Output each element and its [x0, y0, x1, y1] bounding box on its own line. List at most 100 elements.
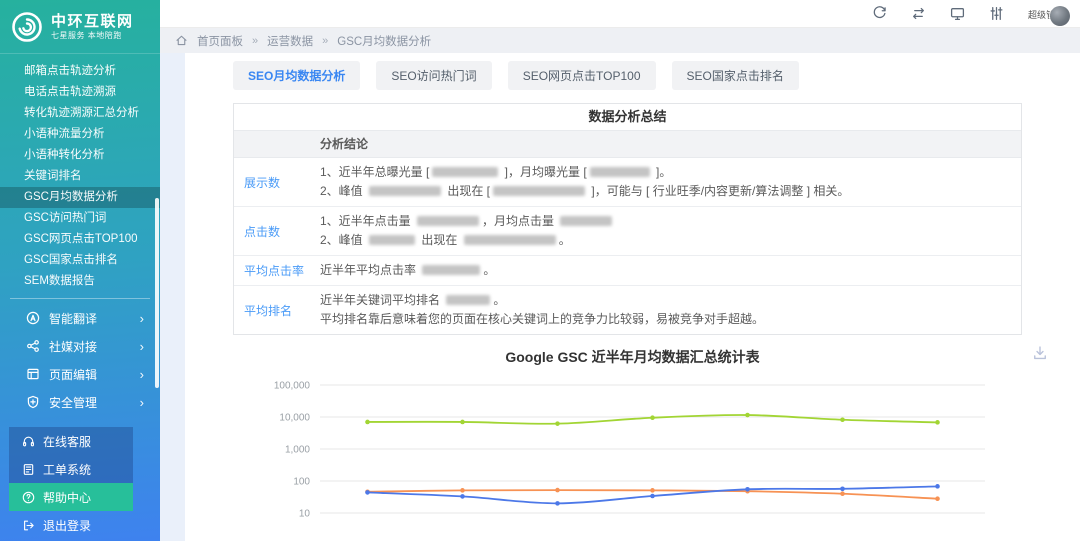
series-blue-point [840, 487, 845, 492]
download-icon [1032, 345, 1048, 361]
security-shield-icon [26, 395, 40, 409]
monitor-icon[interactable] [950, 6, 965, 21]
sidebar-item[interactable]: 邮箱点击轨迹分析 [0, 61, 160, 82]
y-tick-label: 100 [293, 477, 310, 488]
row-conclusion: 1、近半年总曝光量 [ ]，月均曝光量 [ ]。2、峰值 出现在 [ ]，可能与… [306, 158, 1021, 206]
sidebar-group-label: 安全管理 [49, 394, 97, 411]
row-label: 平均点击率 [234, 256, 306, 285]
redacted-value [417, 216, 479, 226]
sidebar-footer-label: 退出登录 [43, 517, 91, 534]
sidebar-group-label: 页面编辑 [49, 366, 97, 383]
main-area: 超级管理 首页面板 » 运营数据 » GSC月均数据分析 SEO月均数据分析 SEO访问热… [160, 0, 1080, 541]
translate-icon [26, 311, 40, 325]
topbar-icons [872, 6, 1004, 21]
sidebar-group-社媒对接[interactable]: 社媒对接› [0, 332, 160, 360]
series-orange-point [935, 496, 940, 501]
conclusion-line: 2、峰值 出现在 [ ]，可能与 [ 行业旺季/内容更新/算法调整 ] 相关。 [320, 182, 1011, 201]
sidebar-group-页面编辑[interactable]: 页面编辑 › [0, 360, 160, 388]
series-green-point [840, 417, 845, 422]
sidebar-footer-在线客服[interactable]: 在线客服 [9, 427, 133, 455]
sidebar-item[interactable]: 转化轨迹溯源汇总分析 [0, 103, 160, 124]
page-edit-icon [26, 367, 40, 381]
sidebar-footer-label: 工单系统 [43, 461, 91, 478]
breadcrumb-item[interactable]: 运营数据 [267, 33, 313, 49]
tab-SEO月均数据分析[interactable]: SEO月均数据分析 [233, 61, 360, 90]
sidebar-item[interactable]: 小语种流量分析 [0, 124, 160, 145]
redacted-value [493, 186, 585, 196]
download-icon[interactable] [1032, 345, 1048, 361]
redacted-value [446, 295, 490, 305]
sidebar-item[interactable]: 小语种转化分析 [0, 145, 160, 166]
avatar[interactable] [1050, 6, 1070, 26]
sidebar-scrollbar[interactable] [155, 198, 159, 388]
sidebar-item[interactable]: SEM数据报告 [0, 271, 160, 292]
breadcrumb-separator: » [252, 35, 258, 47]
summary-table: 数据分析总结分析结论展示数1、近半年总曝光量 [ ]，月均曝光量 [ ]。2、峰… [233, 103, 1022, 335]
breadcrumb-separator: » [322, 35, 328, 47]
row-label: 展示数 [234, 158, 306, 206]
tab-SEO访问热门词[interactable]: SEO访问热门词 [376, 61, 491, 90]
sidebar-footer-帮助中心[interactable]: 帮助中心 [9, 483, 133, 511]
headset-icon [22, 435, 35, 448]
series-green-point [935, 420, 940, 425]
row-label: 平均排名 [234, 286, 306, 334]
brand-text: 中环互联网 七星服务 本地陪跑 [51, 13, 134, 41]
social-share-icon [26, 339, 40, 353]
sidebar-item[interactable]: GSC月均数据分析 [0, 187, 160, 208]
swap-icon[interactable] [911, 6, 926, 21]
brand-name: 中环互联网 [51, 13, 134, 30]
sidebar-group-智能翻译[interactable]: 智能翻译› [0, 304, 160, 332]
brand: 中环互联网 七星服务 本地陪跑 [0, 0, 160, 54]
series-orange-point [840, 491, 845, 496]
redacted-value [369, 235, 415, 245]
topbar: 超级管理 [160, 0, 1080, 28]
logout-icon [22, 519, 35, 532]
sidebar-footer-工单系统[interactable]: 工单系统 [9, 455, 133, 483]
chart-section: Google GSC 近半年月均数据汇总统计表 100,00010,0001,0… [185, 347, 1080, 541]
row-conclusion: 1、近半年点击量 ，月均点击量 2、峰值 出现在 。 [306, 207, 1021, 255]
chart-title: Google GSC 近半年月均数据汇总统计表 [185, 347, 1080, 367]
sidebar-item[interactable]: 电话点击轨迹溯源 [0, 82, 160, 103]
redacted-value [369, 186, 441, 196]
tab-SEO国家点击排名[interactable]: SEO国家点击排名 [672, 61, 799, 90]
series-green-point [650, 415, 655, 420]
series-orange-point [555, 488, 560, 493]
series-green-point [365, 420, 370, 425]
sidebar-item[interactable]: 关键词排名 [0, 166, 160, 187]
ticket-icon [22, 463, 35, 476]
breadcrumb: 首页面板 » 运营数据 » GSC月均数据分析 [160, 28, 1080, 53]
breadcrumb-item[interactable]: 首页面板 [197, 33, 243, 49]
redacted-value [560, 216, 612, 226]
redacted-value [432, 167, 498, 177]
series-blue-point [745, 487, 750, 492]
sidebar-footer-label: 在线客服 [43, 433, 91, 450]
sidebar-group-label: 社媒对接 [49, 338, 97, 355]
tab-SEO网页点击TOP100[interactable]: SEO网页点击TOP100 [508, 61, 656, 90]
y-tick-label: 100,000 [274, 381, 311, 392]
summary-row-点击数: 点击数1、近半年点击量 ，月均点击量 2、峰值 出现在 。 [234, 207, 1021, 256]
sidebar-footer-退出登录[interactable]: 退出登录 [9, 511, 133, 539]
series-blue-point [650, 494, 655, 499]
summary-row-平均点击率: 平均点击率近半年平均点击率 。 [234, 256, 1021, 286]
sidebar-item[interactable]: GSC访问热门词 [0, 208, 160, 229]
series-blue-point [460, 494, 465, 499]
chevron-right-icon: › [140, 367, 144, 382]
sidebar-group-安全管理[interactable]: 安全管理› [0, 388, 160, 416]
y-tick-label: 10,000 [279, 413, 310, 424]
summary-table-title: 数据分析总结 [234, 104, 1021, 131]
conclusion-line: 2、峰值 出现在 。 [320, 231, 1011, 250]
help-icon [22, 491, 35, 504]
sidebar-item[interactable]: GSC国家点击排名 [0, 250, 160, 271]
y-tick-label: 10 [299, 509, 311, 520]
redacted-value [590, 167, 650, 177]
sidebar-item[interactable]: GSC网页点击TOP100 [0, 229, 160, 250]
refresh-icon[interactable] [872, 6, 887, 21]
sliders-icon[interactable] [989, 6, 1004, 21]
sidebar-groups: 智能翻译›社媒对接› 页面编辑 › 安全管理› [0, 304, 160, 416]
sidebar-links: 邮箱点击轨迹分析电话点击轨迹溯源转化轨迹溯源汇总分析小语种流量分析小语种转化分析… [0, 61, 160, 292]
summary-row-展示数: 展示数1、近半年总曝光量 [ ]，月均曝光量 [ ]。2、峰值 出现在 [ ]，… [234, 158, 1021, 207]
sidebar-footer-label: 帮助中心 [43, 489, 91, 506]
breadcrumb-item[interactable]: GSC月均数据分析 [337, 33, 431, 49]
user-menu[interactable]: 超级管理 [1028, 0, 1072, 27]
sidebar-group-label: 智能翻译 [49, 310, 97, 327]
